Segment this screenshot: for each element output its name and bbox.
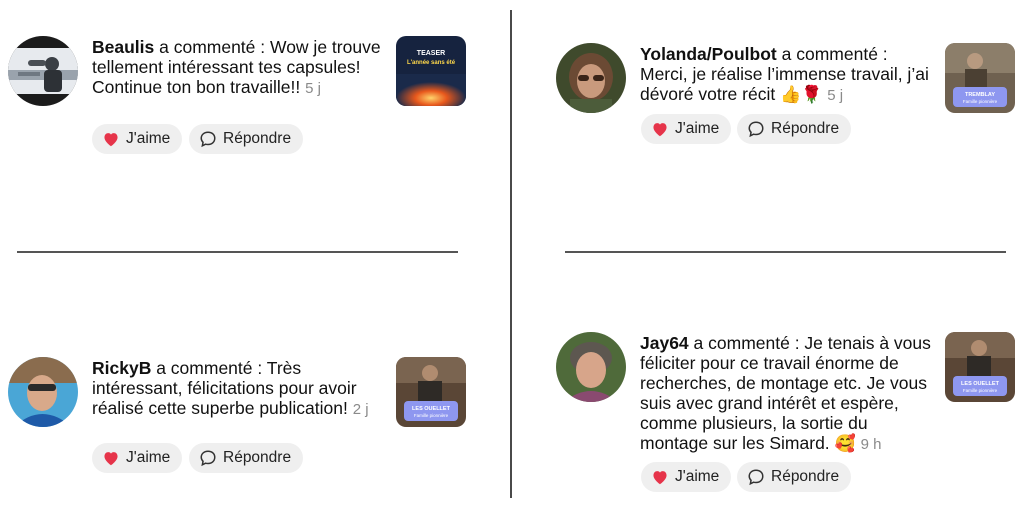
- reply-label: Répondre: [223, 130, 292, 147]
- reply-label: Répondre: [223, 449, 292, 466]
- post-thumbnail[interactable]: TEASER L'année sans été: [396, 36, 466, 106]
- like-label: J'aime: [675, 120, 720, 137]
- comment-text: Jay64 a commenté : Je tenais à vous féli…: [640, 333, 931, 453]
- comment-text: RickyB a commenté : Très intéressant, fé…: [92, 358, 369, 418]
- reply-button[interactable]: Répondre: [737, 114, 852, 144]
- reply-button[interactable]: Répondre: [737, 462, 852, 492]
- comment-text: Beaulis a commenté : Wow je trouve telle…: [92, 37, 381, 97]
- comment-text: Yolanda/Poulbot a commenté : Merci, je r…: [640, 44, 929, 104]
- comment-timestamp: 9 h: [860, 436, 882, 453]
- thumbnail-subtitle: L'année sans été: [407, 60, 456, 66]
- thumbnail-subtitle: Famille pionnière: [414, 413, 449, 418]
- like-button[interactable]: J'aime: [641, 462, 732, 492]
- comment-timestamp: 5 j: [827, 87, 844, 104]
- thumbnail-subtitle: Famille pionnière: [963, 388, 998, 393]
- like-button[interactable]: J'aime: [92, 443, 183, 473]
- avatar[interactable]: [556, 332, 626, 402]
- post-thumbnail[interactable]: LES OUELLET Famille pionnière: [945, 332, 1015, 402]
- comment-username[interactable]: Beaulis: [92, 37, 154, 57]
- reply-label: Répondre: [771, 120, 840, 137]
- comment-timestamp: 2 j: [352, 401, 369, 418]
- like-label: J'aime: [675, 468, 720, 485]
- thumbnail-title: TREMBLAY: [965, 92, 995, 98]
- speech-bubble-icon: [748, 469, 764, 486]
- thumbnail-title: LES OUELLET: [412, 406, 451, 412]
- speech-bubble-icon: [200, 450, 216, 467]
- heart-icon: [104, 133, 118, 147]
- thumbnail-title: LES OUELLET: [961, 381, 1000, 387]
- reply-button[interactable]: Répondre: [189, 443, 304, 473]
- heart-icon: [653, 123, 667, 137]
- avatar[interactable]: [8, 357, 78, 427]
- like-label: J'aime: [126, 449, 171, 466]
- thumbnail-subtitle: Famille pionnière: [963, 99, 998, 104]
- comment-username[interactable]: Jay64: [640, 333, 689, 353]
- post-thumbnail[interactable]: LES OUELLET Famille pionnière: [396, 357, 466, 427]
- like-label: J'aime: [126, 130, 171, 147]
- avatar[interactable]: [8, 36, 78, 106]
- reply-label: Répondre: [771, 468, 840, 485]
- comment-divider-left: [17, 251, 458, 253]
- comment-timestamp: 5 j: [305, 80, 321, 97]
- comment-username[interactable]: Yolanda/Poulbot: [640, 44, 777, 64]
- comment-emoji: 👍🌹: [780, 85, 823, 104]
- speech-bubble-icon: [748, 121, 764, 138]
- avatar[interactable]: [556, 43, 626, 113]
- post-thumbnail[interactable]: TREMBLAY Famille pionnière: [945, 43, 1015, 113]
- speech-bubble-icon: [200, 131, 216, 148]
- comment-username[interactable]: RickyB: [92, 358, 151, 378]
- like-button[interactable]: J'aime: [641, 114, 732, 144]
- column-divider: [510, 10, 512, 498]
- heart-icon: [104, 452, 118, 466]
- heart-icon: [653, 471, 667, 485]
- thumbnail-title: TEASER: [417, 50, 445, 57]
- comment-emoji: 🥰: [834, 434, 856, 453]
- like-button[interactable]: J'aime: [92, 124, 183, 154]
- reply-button[interactable]: Répondre: [189, 124, 304, 154]
- comment-divider-right: [565, 251, 1006, 253]
